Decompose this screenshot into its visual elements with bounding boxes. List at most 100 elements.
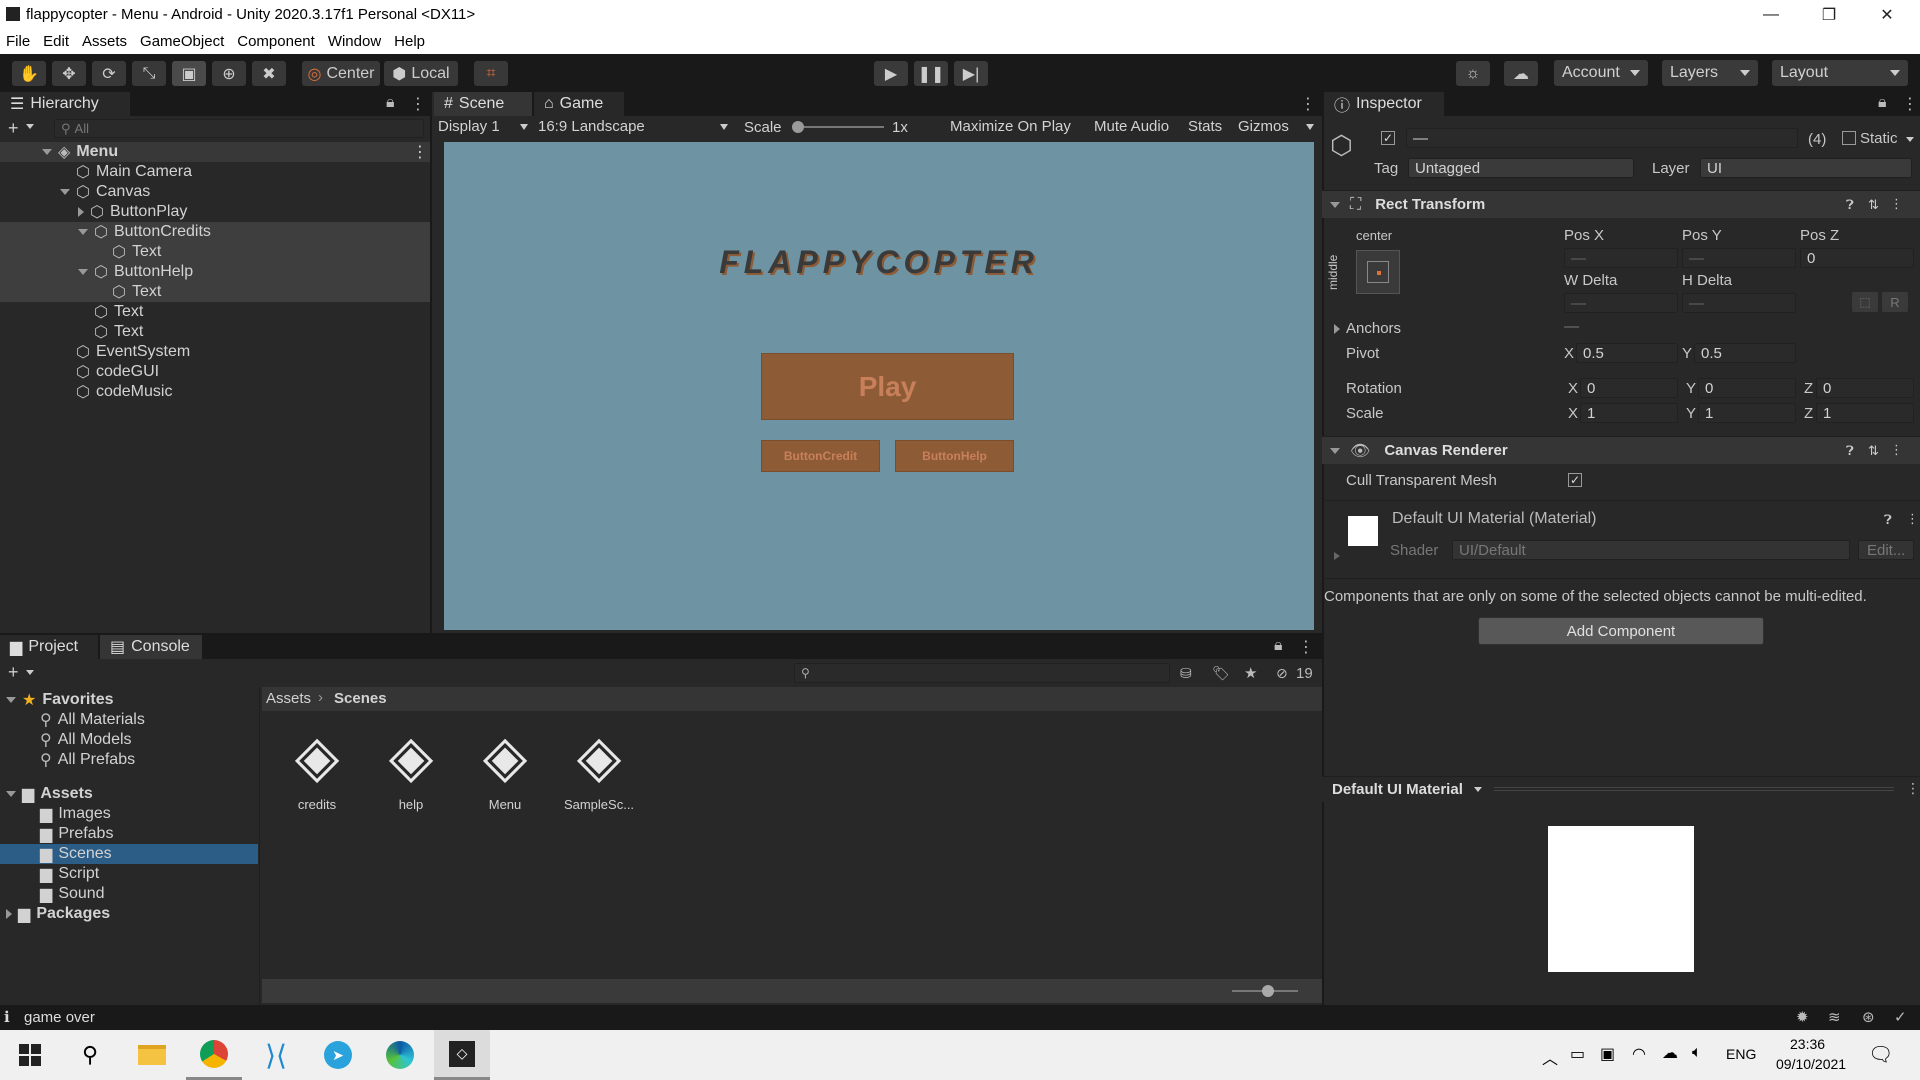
cull-checkbox[interactable]: ✓	[1568, 473, 1582, 487]
fav-all-prefabs[interactable]: ⚲ All Prefabs	[40, 750, 135, 770]
favorites-row[interactable]: ★ Favorites	[6, 690, 113, 710]
aspect-dropdown[interactable]: 16:9 Landscape	[538, 118, 645, 135]
file-explorer-icon[interactable]	[124, 1030, 180, 1080]
minimize-button[interactable]: —	[1742, 0, 1800, 29]
project-search-input[interactable]: ⚲	[794, 663, 1170, 683]
pivot-center-button[interactable]: ◎ Center	[302, 61, 380, 86]
shader-edit-button[interactable]: Edit...	[1858, 540, 1914, 560]
tab-console[interactable]: ▤ Console	[100, 635, 202, 659]
menu-window[interactable]: Window	[328, 33, 381, 50]
hierarchy-scene-row[interactable]: ◈ Menu ⋮	[0, 142, 430, 162]
hierarchy-row[interactable]: ⬡ codeMusic	[0, 382, 430, 402]
menu-gameobject[interactable]: GameObject	[140, 33, 224, 50]
component-menu-icon[interactable]: ⋮	[1890, 196, 1903, 212]
help-icon[interactable]: ❓︎	[1846, 197, 1854, 213]
edge-icon[interactable]	[372, 1030, 428, 1080]
search-by-label-icon[interactable]: 🏷︎	[1212, 665, 1230, 682]
posz-field[interactable]: 0	[1800, 248, 1914, 268]
static-dropdown[interactable]: Static	[1860, 130, 1898, 147]
fold-arrow-icon[interactable]	[78, 269, 88, 275]
vscode-icon[interactable]: ⟩⟨	[248, 1030, 304, 1080]
pivot-x-field[interactable]: 0.5	[1576, 343, 1678, 363]
account-dropdown[interactable]: Account	[1554, 60, 1648, 86]
step-button[interactable]: ▶|	[954, 61, 988, 86]
maximize-button[interactable]: ❐	[1800, 0, 1858, 29]
hand-tool-icon[interactable]: ✋	[12, 61, 46, 86]
packages-row[interactable]: ▆ Packages	[6, 904, 110, 924]
wdelta-field[interactable]: —	[1564, 293, 1678, 313]
tab-hierarchy[interactable]: ☰ Hierarchy	[0, 92, 130, 116]
layer-dropdown[interactable]: UI	[1700, 158, 1912, 178]
scene-asset-item[interactable]: ◈ help	[366, 725, 456, 825]
scene-asset-item[interactable]: ◈ SampleSc...	[554, 725, 644, 825]
hierarchy-search-input[interactable]: ⚲ All	[54, 119, 424, 138]
menu-edit[interactable]: Edit	[43, 33, 69, 50]
play-button[interactable]: ▶	[874, 61, 908, 86]
add-component-button[interactable]: Add Component	[1478, 617, 1764, 645]
folder-script[interactable]: ▆ Script	[40, 864, 99, 884]
hierarchy-row[interactable]: ⬡ EventSystem	[0, 342, 430, 362]
status-message[interactable]: game over	[24, 1009, 95, 1026]
name-field[interactable]: —	[1406, 128, 1798, 148]
pivot-y-field[interactable]: 0.5	[1694, 343, 1796, 363]
display-dropdown[interactable]: Display 1	[438, 118, 500, 135]
scale-slider-handle[interactable]	[792, 121, 804, 133]
hidden-packages-icon[interactable]: ⊘	[1276, 665, 1288, 682]
scale-x-field[interactable]: 1	[1580, 403, 1678, 423]
folder-images[interactable]: ▆ Images	[40, 804, 111, 824]
hierarchy-row[interactable]: ⬡ ButtonPlay	[0, 202, 430, 222]
play-game-button[interactable]: Play	[761, 353, 1014, 420]
hierarchy-row[interactable]: ⬡ ButtonCredits	[0, 222, 430, 242]
rot-y-field[interactable]: 0	[1698, 378, 1796, 398]
hierarchy-row[interactable]: ⬡ Canvas	[0, 182, 430, 202]
create-dropdown-icon[interactable]	[26, 124, 34, 129]
project-create-arrow-icon[interactable]	[26, 670, 34, 675]
folder-sound[interactable]: ▆ Sound	[40, 884, 105, 904]
material-menu-icon[interactable]: ⋮	[1906, 511, 1919, 527]
menu-assets[interactable]: Assets	[82, 33, 127, 50]
assets-fold-icon[interactable]	[6, 791, 16, 797]
assets-row[interactable]: ▆ Assets	[6, 784, 93, 804]
posy-field[interactable]: —	[1682, 248, 1796, 268]
menu-help[interactable]: Help	[394, 33, 425, 50]
folder-scenes[interactable]: ▆ Scenes	[40, 844, 112, 864]
onedrive-icon[interactable]: ☁	[1662, 1043, 1678, 1063]
hierarchy-row[interactable]: ⬡ ButtonHelp	[0, 262, 430, 282]
packages-fold-icon[interactable]	[6, 909, 12, 919]
scale-tool-icon[interactable]: ⤡	[132, 61, 166, 86]
menu-component[interactable]: Component	[237, 33, 315, 50]
hierarchy-row[interactable]: ⬡ codeGUI	[0, 362, 430, 382]
language-indicator[interactable]: ENG	[1726, 1046, 1756, 1062]
mute-audio-toggle[interactable]: Mute Audio	[1094, 118, 1169, 135]
unity-taskbar-icon[interactable]: ◇	[434, 1030, 490, 1080]
active-checkbox[interactable]: ✓	[1381, 131, 1395, 145]
notifications-icon[interactable]: 🗨︎	[1868, 1042, 1893, 1067]
project-create-button[interactable]: +	[8, 662, 19, 683]
breadcrumb-assets[interactable]: Assets	[266, 690, 311, 707]
posx-field[interactable]: —	[1564, 248, 1678, 268]
tab-scene[interactable]: # Scene	[434, 92, 532, 116]
layers-dropdown[interactable]: Layers	[1662, 60, 1758, 86]
close-button[interactable]: ✕	[1858, 0, 1916, 29]
hierarchy-row[interactable]: ⬡ Text	[0, 242, 430, 262]
help-game-button[interactable]: ButtonHelp	[895, 440, 1014, 472]
inspector-menu-icon[interactable]: ⋮	[1902, 94, 1918, 114]
preview-menu-icon[interactable]: ⋮	[1906, 780, 1920, 797]
clock-time[interactable]: 23:36	[1790, 1036, 1825, 1052]
layout-dropdown[interactable]: Layout	[1772, 60, 1908, 86]
tag-dropdown[interactable]: Untagged	[1408, 158, 1634, 178]
hierarchy-row[interactable]: ⬡ Text	[0, 302, 430, 322]
scale-slider[interactable]	[796, 126, 884, 128]
favorite-star-icon[interactable]: ★	[1244, 664, 1257, 682]
meet-now-icon[interactable]: ▣	[1600, 1044, 1615, 1064]
hierarchy-row[interactable]: ⬡ Text	[0, 282, 430, 302]
fav-all-models[interactable]: ⚲ All Models	[40, 730, 132, 750]
collab-icon[interactable]: ☼	[1456, 61, 1490, 86]
game-menu-icon[interactable]: ⋮	[1300, 94, 1316, 114]
progress-icon[interactable]: ≋	[1828, 1008, 1841, 1026]
grid-snap-icon[interactable]: ⌗	[474, 61, 508, 86]
custom-tool-icon[interactable]: ✖	[252, 61, 286, 86]
canvas-presets-icon[interactable]: ⇅	[1868, 443, 1879, 459]
telegram-icon[interactable]: ➤	[310, 1030, 366, 1080]
auto-generate-icon[interactable]: ⊛	[1862, 1008, 1875, 1026]
